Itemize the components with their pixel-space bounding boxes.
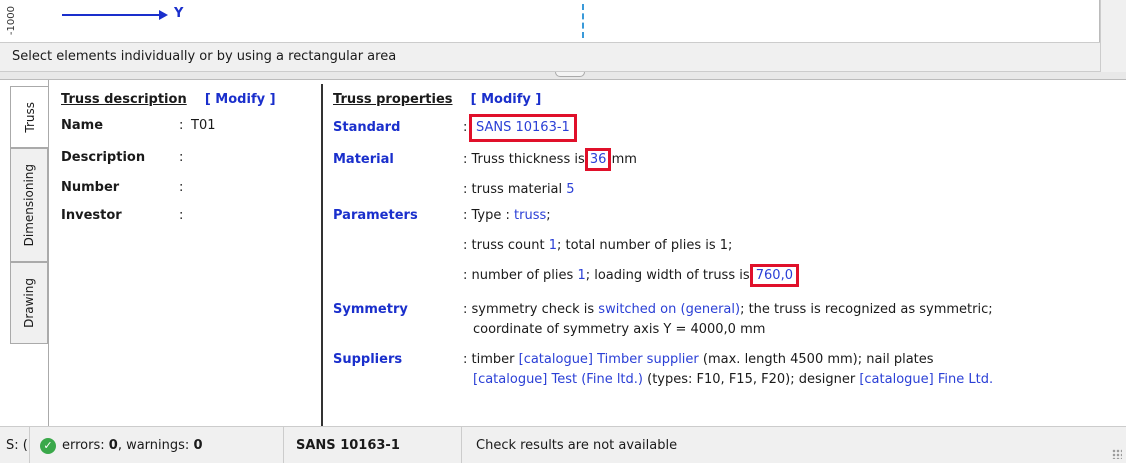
vertical-scrollbar[interactable] — [1100, 0, 1126, 74]
status-cell-errors[interactable]: ✓ errors: 0, warnings: 0 — [30, 427, 284, 463]
standard-label: Standard — [333, 120, 401, 135]
number-label: Number — [61, 180, 120, 195]
status-cell-standard: SANS 10163-1 — [284, 427, 462, 463]
status-cell-coordinates: S: ( — [0, 427, 30, 463]
designer-link[interactable]: [catalogue] Fine Ltd. — [859, 372, 993, 387]
x-axis-arrow — [62, 10, 168, 20]
truss-properties-heading: Truss properties — [333, 92, 453, 107]
x-axis-name: Y — [174, 6, 184, 21]
drawing-canvas[interactable]: -1000 Y — [0, 0, 1100, 42]
timber-supplier-link[interactable]: [catalogue] Timber supplier — [519, 352, 699, 367]
standard-value-link[interactable]: SANS 10163-1 — [469, 114, 577, 142]
name-label: Name — [61, 118, 104, 133]
symmetry-axis-line — [582, 4, 584, 38]
resize-grip-icon[interactable] — [1112, 449, 1122, 459]
hint-bar: Select elements individually or by using… — [0, 42, 1100, 72]
truss-description-header: Truss description [ Modify ] — [61, 90, 276, 110]
tab-dimensioning[interactable]: Dimensioning — [10, 148, 48, 262]
status-cell-check-results: Check results are not available — [476, 438, 678, 453]
tab-truss[interactable]: Truss — [10, 86, 48, 148]
status-bar: S: ( ✓ errors: 0, warnings: 0 SANS 10163-… — [0, 426, 1126, 463]
hint-text: Select elements individually or by using… — [12, 49, 397, 64]
number-of-plies-link[interactable]: 1 — [577, 268, 585, 283]
symmetry-axis-text: coordinate of symmetry axis Y = 4000,0 m… — [473, 322, 766, 337]
parameters-label: Parameters — [333, 208, 418, 223]
truss-properties-modify-link[interactable]: [ Modify ] — [471, 92, 542, 107]
investor-label: Investor — [61, 208, 122, 223]
description-label: Description — [61, 150, 146, 165]
loading-width-link[interactable]: 760,0 — [749, 264, 800, 287]
splitter-grip-icon[interactable] — [555, 72, 585, 77]
truss-thickness-link[interactable]: 36 — [584, 148, 612, 171]
truss-properties-header: Truss properties [ Modify ] — [333, 90, 541, 110]
suppliers-label: Suppliers — [333, 352, 403, 367]
panel-splitter[interactable] — [0, 72, 1126, 80]
material-label: Material — [333, 152, 394, 167]
y-axis-tick: -1000 — [6, 6, 17, 36]
nail-plates-supplier-link[interactable]: [catalogue] Test (Fine ltd.) — [473, 372, 643, 387]
vertical-tabs: Truss Dimensioning Drawing — [10, 86, 48, 426]
errors-count: 0 — [108, 438, 118, 453]
truss-material-link[interactable]: 5 — [566, 182, 574, 197]
truss-count-link[interactable]: 1 — [549, 238, 557, 253]
symmetry-label: Symmetry — [333, 302, 408, 317]
truss-description-heading: Truss description — [61, 92, 187, 107]
check-circle-icon: ✓ — [40, 437, 56, 454]
symmetry-check-link[interactable]: switched on (general) — [598, 302, 740, 317]
truss-type-link[interactable]: truss — [514, 208, 546, 223]
tab-drawing[interactable]: Drawing — [10, 262, 48, 344]
truss-description-modify-link[interactable]: [ Modify ] — [205, 92, 276, 107]
warnings-count: 0 — [193, 438, 203, 453]
column-divider — [321, 84, 323, 426]
truss-info-panel: Truss description [ Modify ] Name : T01 … — [48, 80, 1126, 426]
name-value: T01 — [191, 118, 216, 133]
